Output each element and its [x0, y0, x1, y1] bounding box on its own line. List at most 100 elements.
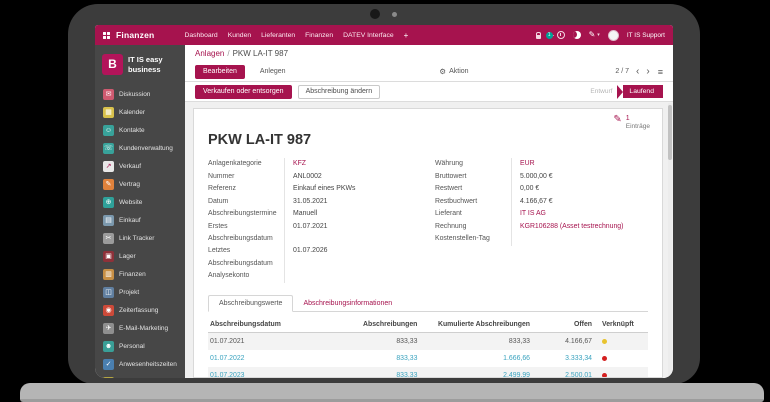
- entries-label: Einträge: [626, 123, 650, 131]
- sidebar-logo[interactable]: B IT IS easy business: [95, 45, 185, 85]
- sidebar-item-einkauf[interactable]: ▤Einkauf: [95, 211, 185, 229]
- breadcrumb-parent-link[interactable]: Anlagen: [195, 49, 224, 58]
- sidebar-item-diskussion[interactable]: ✉Diskussion: [95, 85, 185, 103]
- website-icon: ⊕: [103, 197, 114, 208]
- status-bar: Verkaufen oder entsorgen Abschreibung än…: [185, 82, 673, 102]
- col-abschreibungen[interactable]: Abschreibungen: [329, 321, 418, 328]
- field-value-abschreibungstermine[interactable]: Manuell: [284, 208, 421, 221]
- field-value-anlagenkategorie[interactable]: KFZ: [284, 158, 421, 171]
- monitor-stand: [20, 383, 764, 402]
- field-value-analysekonto[interactable]: [284, 270, 421, 283]
- sell-dispose-button[interactable]: Verkaufen oder entsorgen: [195, 85, 292, 99]
- menu-item-kunden[interactable]: Kunden: [228, 32, 251, 39]
- form-sheet: ✎ 1 Einträge PKW LA-IT 987: [193, 108, 663, 378]
- status-dot: [602, 356, 607, 361]
- menu-item-datev-interface[interactable]: DATEV Interface: [343, 32, 394, 39]
- webcam-icon: [370, 9, 380, 19]
- field-value-lieferant[interactable]: IT IS AG: [511, 208, 648, 221]
- field-value-nummer[interactable]: ANL0002: [284, 171, 421, 184]
- sidebar-item-website[interactable]: ⊕Website: [95, 193, 185, 211]
- attendance-icon: ✓: [103, 359, 114, 370]
- col-kumulierte-abschreibungen[interactable]: Kumulierte Abschreibungen: [417, 321, 530, 328]
- field-value-letztes-abschreibungsdatum[interactable]: 01.07.2026: [284, 245, 421, 270]
- dark-mode-moon-icon[interactable]: [573, 31, 581, 39]
- col-abschreibungsdatum[interactable]: Abschreibungsdatum: [208, 321, 329, 328]
- scrollbar-thumb[interactable]: [668, 105, 672, 160]
- state-active[interactable]: Laufend: [623, 85, 663, 98]
- pager-next-icon[interactable]: ›: [646, 67, 649, 77]
- pager-prev-icon[interactable]: ‹: [636, 67, 639, 77]
- inventory-icon: ▣: [103, 251, 114, 262]
- tab-abschreibungsinformationen[interactable]: Abschreibungsinformationen: [293, 296, 402, 311]
- view-toggle-icon[interactable]: ≡: [658, 67, 663, 77]
- timesheet-icon: ◉: [103, 305, 114, 316]
- sidebar-item-personal[interactable]: ☻Personal: [95, 337, 185, 355]
- create-button[interactable]: Anlegen: [253, 66, 293, 78]
- edit-button[interactable]: Bearbeiten: [195, 65, 245, 79]
- sidebar-item-lager[interactable]: ▣Lager: [95, 247, 185, 265]
- pencil-icon: ✎: [589, 31, 596, 39]
- purchase-icon: ▤: [103, 215, 114, 226]
- field-label: Bruttowert: [435, 171, 511, 184]
- monitor-frame: Finanzen Dashboard Kunden Lieferanten Fi…: [68, 4, 700, 384]
- page-title: PKW LA-IT 987: [208, 132, 648, 148]
- sidebar-item-verkauf[interactable]: ↗Verkauf: [95, 157, 185, 175]
- field-value-referenz[interactable]: Einkauf eines PKWs: [284, 183, 421, 196]
- avatar[interactable]: [608, 30, 619, 41]
- field-value-waehrung[interactable]: EUR: [511, 158, 648, 171]
- breadcrumb-separator: /: [227, 49, 229, 58]
- apps-grid-icon[interactable]: [103, 32, 110, 39]
- field-label: Nummer: [208, 171, 284, 184]
- col-offen[interactable]: Offen: [530, 321, 592, 328]
- field-label: Lieferant: [435, 208, 511, 221]
- breadcrumb: Anlagen / PKW LA-IT 987: [185, 45, 673, 62]
- field-value-bruttowert[interactable]: 5.000,00 €: [511, 171, 648, 184]
- entries-count: 1: [626, 114, 650, 123]
- tab-abschreibungswerte[interactable]: Abschreibungswerte: [208, 295, 293, 312]
- sidebar-item-kalender[interactable]: ▦Kalender: [95, 103, 185, 121]
- sidebar-item-vertrag[interactable]: ✎Vertrag: [95, 175, 185, 193]
- sidebar-item-zeiterfassung[interactable]: ◉Zeiterfassung: [95, 301, 185, 319]
- menu-item-dashboard[interactable]: Dashboard: [184, 32, 217, 39]
- lock-icon[interactable]: [536, 35, 541, 39]
- top-navbar: Finanzen Dashboard Kunden Lieferanten Fi…: [95, 25, 673, 45]
- main-area: Anlagen / PKW LA-IT 987 Bearbeiten Anleg…: [185, 45, 673, 378]
- table-row[interactable]: 01.07.2021 833,33 833,33 4.166,67: [208, 333, 648, 350]
- field-value-datum[interactable]: 31.05.2021: [284, 196, 421, 209]
- field-grid: AnlagenkategorieKFZ NummerANL0002 Refere…: [208, 158, 648, 283]
- sidebar-item-projekt[interactable]: ◫Projekt: [95, 283, 185, 301]
- table-row[interactable]: 01.07.2022 833,33 1.666,66 3.333,34: [208, 350, 648, 367]
- sidebar-item-email-marketing[interactable]: ✈E-Mail-Marketing: [95, 319, 185, 337]
- field-column-left: AnlagenkategorieKFZ NummerANL0002 Refere…: [208, 158, 421, 283]
- field-label: Kostenstellen-Tag: [435, 233, 511, 246]
- action-menu-button[interactable]: ⚙ Aktion: [439, 67, 468, 76]
- field-value-erstes-abschreibungsdatum[interactable]: 01.07.2021: [284, 221, 421, 246]
- sidebar-item-kontakte[interactable]: ☺Kontakte: [95, 121, 185, 139]
- menu-item-lieferanten[interactable]: Lieferanten: [261, 32, 295, 39]
- sidebar-item-anwesenheitszeiten[interactable]: ✓Anwesenheitszeiten: [95, 355, 185, 373]
- col-verknuepft[interactable]: Verknüpft: [592, 321, 648, 328]
- entries-smart-button[interactable]: ✎ 1 Einträge: [613, 114, 650, 132]
- app-name[interactable]: Finanzen: [116, 30, 154, 40]
- pager-value: 2 / 7: [615, 68, 629, 75]
- field-value-rechnung[interactable]: KGR106288 (Asset testrechnung): [511, 221, 648, 234]
- link-tracker-icon: ✂: [103, 233, 114, 244]
- table-row[interactable]: 01.07.2023 833,33 2.499,99 2.500,01: [208, 367, 648, 378]
- add-menu-icon[interactable]: +: [404, 31, 409, 40]
- sidebar-item-finanzen[interactable]: ▥Finanzen: [95, 265, 185, 283]
- user-menu[interactable]: IT IS Support: [627, 32, 665, 39]
- scrollbar-track[interactable]: [668, 103, 672, 378]
- topbar-right: 1 ✎ ▾ IT IS Support: [536, 30, 665, 41]
- state-draft[interactable]: Entwurf: [590, 88, 612, 95]
- field-value-restwert[interactable]: 0,00 €: [511, 183, 648, 196]
- discuss-icon: ✉: [103, 89, 114, 100]
- field-value-restbuchwert[interactable]: 4.166,67 €: [511, 196, 648, 209]
- modify-depreciation-button[interactable]: Abschreibung ändern: [298, 85, 381, 99]
- edit-tools-button[interactable]: ✎ ▾: [589, 31, 600, 39]
- menu-item-finanzen[interactable]: Finanzen: [305, 32, 333, 39]
- sidebar-item-abwesenheitszeiten[interactable]: ☼Abwesenheitszeiten: [95, 373, 185, 378]
- field-value-kostenstellen-tag[interactable]: [511, 233, 648, 246]
- activities-clock-icon[interactable]: [557, 31, 565, 39]
- sidebar-item-kundenverwaltung[interactable]: ☏Kundenverwaltung: [95, 139, 185, 157]
- sidebar-item-link-tracker[interactable]: ✂Link Tracker: [95, 229, 185, 247]
